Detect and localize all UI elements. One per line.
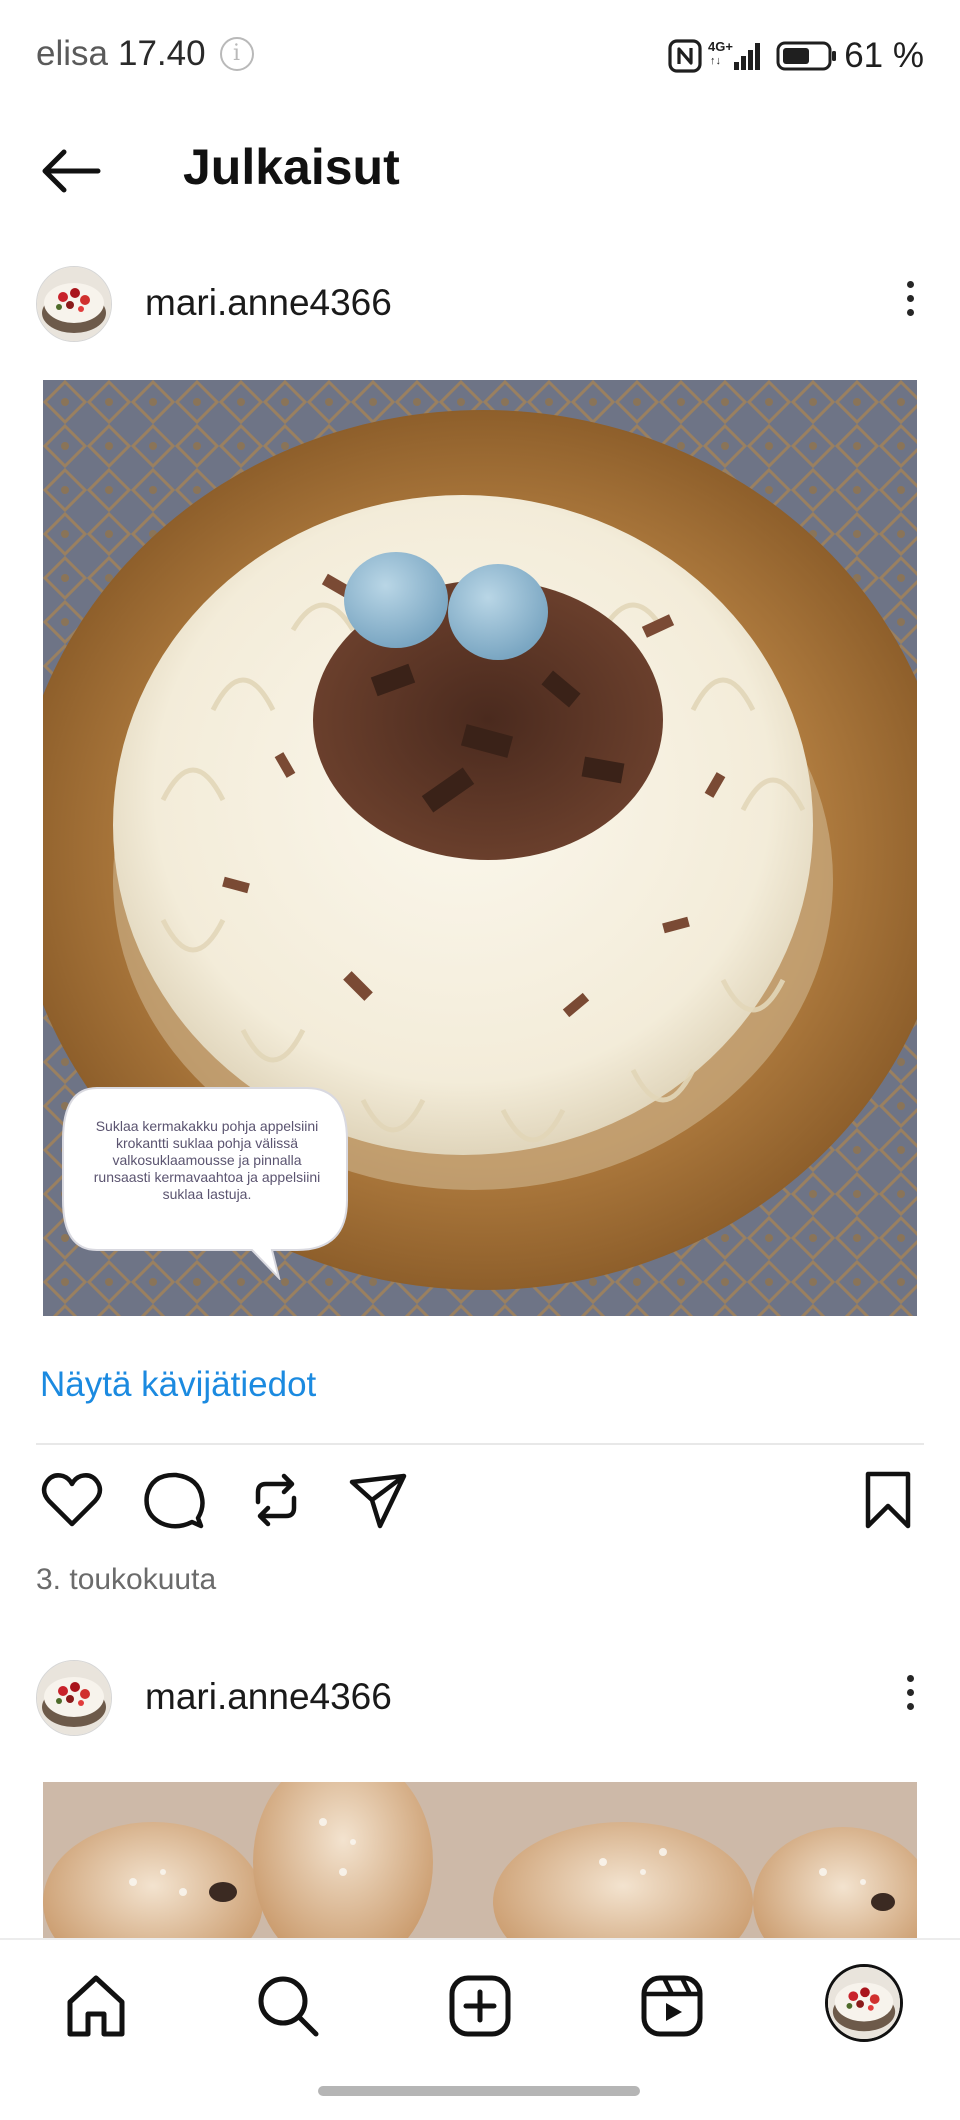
back-button[interactable] (40, 148, 102, 194)
home-icon (67, 1975, 125, 2037)
nav-create[interactable] (444, 1970, 516, 2042)
status-bar-right: 4G+ ↑↓ 61 % (668, 36, 924, 76)
pastry-photo (43, 1782, 917, 1938)
caption-text: Suklaa kermakakku pohja appelsiini kroka… (93, 1118, 321, 1202)
more-options-button[interactable] (892, 1668, 928, 1724)
repost-icon (255, 1473, 297, 1527)
username[interactable]: mari.anne4366 (145, 282, 392, 324)
arrow-left-icon (42, 149, 101, 193)
network-label: 4G+ (708, 39, 733, 54)
nav-profile-avatar[interactable] (825, 1964, 903, 2042)
post-actions (0, 1468, 960, 1538)
nav-search[interactable] (252, 1970, 324, 2042)
post-header-2: mari.anne4366 (0, 1642, 960, 1752)
avatar-cake-image (37, 1661, 111, 1735)
divider (36, 1443, 924, 1445)
post-image[interactable]: Suklaa kermakakku pohja appelsiini kroka… (43, 380, 917, 1316)
more-vertical-icon (906, 1675, 914, 1682)
username[interactable]: mari.anne4366 (145, 1676, 392, 1718)
page-title: Julkaisut (183, 139, 400, 195)
top-app-bar: Julkaisut (0, 112, 960, 228)
search-icon (258, 1976, 319, 2037)
send-icon (349, 1473, 407, 1529)
nfc-icon (668, 39, 702, 73)
battery-icon (776, 41, 837, 71)
status-bar: elisa 17.40 4G+ ↑↓ 61 % (0, 0, 960, 112)
bookmark-icon (865, 1471, 911, 1529)
home-indicator[interactable] (318, 2086, 640, 2096)
more-options-button[interactable] (892, 274, 928, 330)
avatar-cake-image (828, 1967, 900, 2039)
repost-button[interactable] (244, 1468, 308, 1532)
save-button[interactable] (856, 1468, 920, 1532)
comment-icon (144, 1472, 205, 1529)
status-bar-left: elisa 17.40 (36, 34, 254, 74)
avatar-cake-image (37, 267, 111, 341)
post-date: 3. toukokuuta (36, 1563, 217, 1596)
carrier-name: elisa (36, 34, 108, 73)
avatar[interactable] (36, 1660, 112, 1736)
view-insights-link[interactable]: Näytä kävijätiedot (40, 1365, 316, 1405)
battery-percent: 61 % (844, 36, 924, 75)
post-header: mari.anne4366 (0, 248, 960, 358)
like-button[interactable] (40, 1468, 104, 1532)
nav-reels[interactable] (636, 1970, 708, 2042)
svg-text:↑↓: ↑↓ (710, 55, 721, 67)
avatar[interactable] (36, 266, 112, 342)
clock-time: 17.40 (117, 34, 206, 73)
post-image-2[interactable] (43, 1782, 917, 1938)
more-vertical-icon (906, 281, 914, 288)
caption-bubble: Suklaa kermakakku pohja appelsiini kroka… (57, 1080, 357, 1280)
bottom-navigation (0, 1938, 960, 2120)
heart-icon (41, 1473, 103, 1527)
signal-icon: 4G+ ↑↓ (708, 39, 761, 70)
share-button[interactable] (346, 1468, 410, 1532)
info-icon (219, 37, 254, 71)
create-icon (449, 1975, 511, 2037)
nav-home[interactable] (60, 1970, 132, 2042)
comment-button[interactable] (142, 1468, 206, 1532)
reels-icon (641, 1975, 703, 2037)
